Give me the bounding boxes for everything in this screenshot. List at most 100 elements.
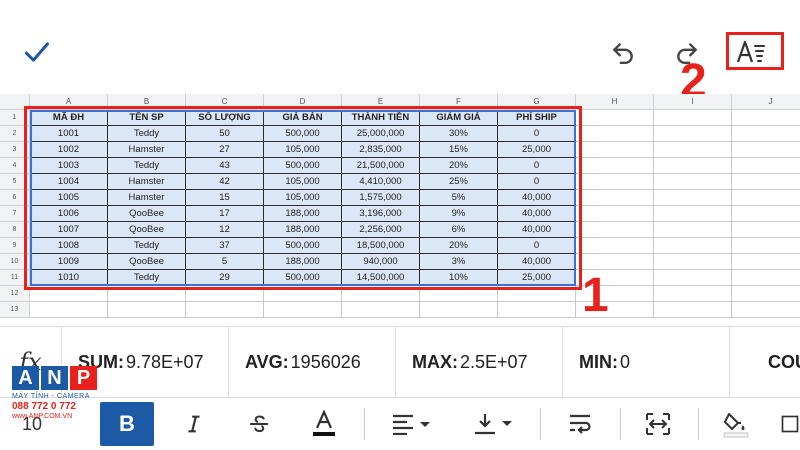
table-cell[interactable]: 1005 — [30, 190, 108, 206]
table-cell[interactable] — [654, 142, 732, 158]
table-cell[interactable]: 12 — [186, 222, 264, 238]
min-stat[interactable]: MIN: 0 — [563, 327, 730, 397]
table-cell[interactable] — [732, 238, 800, 254]
row-header[interactable]: 12 — [0, 286, 30, 302]
table-cell[interactable] — [576, 190, 654, 206]
table-cell[interactable] — [654, 110, 732, 126]
table-cell[interactable]: 25,000 — [498, 270, 576, 286]
table-cell[interactable] — [732, 286, 800, 302]
column-header[interactable]: A — [30, 94, 108, 110]
table-cell[interactable]: 0 — [498, 126, 576, 142]
table-cell[interactable] — [654, 190, 732, 206]
row-header[interactable]: 4 — [0, 158, 30, 174]
table-cell[interactable]: 20% — [420, 158, 498, 174]
table-cell[interactable]: 10% — [420, 270, 498, 286]
table-cell[interactable]: 25% — [420, 174, 498, 190]
table-cell[interactable] — [30, 286, 108, 302]
table-cell[interactable] — [186, 286, 264, 302]
table-cell[interactable]: 25,000,000 — [342, 126, 420, 142]
row-header[interactable]: 6 — [0, 190, 30, 206]
wrap-text-icon[interactable] — [558, 402, 602, 446]
column-header[interactable]: F — [420, 94, 498, 110]
strikethrough-icon[interactable] — [237, 402, 281, 446]
table-cell[interactable]: 27 — [186, 142, 264, 158]
table-cell[interactable]: 0 — [498, 158, 576, 174]
table-cell[interactable]: 105,000 — [264, 174, 342, 190]
row-header[interactable]: 2 — [0, 126, 30, 142]
table-cell[interactable]: 37 — [186, 238, 264, 254]
table-cell[interactable]: 105,000 — [264, 142, 342, 158]
row-header[interactable]: 7 — [0, 206, 30, 222]
text-color-icon[interactable] — [302, 402, 346, 446]
select-all-corner[interactable] — [0, 94, 30, 110]
table-cell[interactable]: QooBee — [108, 222, 186, 238]
table-cell[interactable] — [654, 254, 732, 270]
table-cell[interactable]: Teddy — [108, 270, 186, 286]
column-header[interactable]: B — [108, 94, 186, 110]
table-cell[interactable]: 940,000 — [342, 254, 420, 270]
fill-color-icon[interactable] — [714, 402, 758, 446]
row-header[interactable]: 13 — [0, 302, 30, 318]
table-cell[interactable] — [732, 126, 800, 142]
table-cell[interactable]: 105,000 — [264, 190, 342, 206]
table-cell[interactable]: 500,000 — [264, 270, 342, 286]
table-cell[interactable] — [342, 302, 420, 318]
table-cell[interactable] — [654, 174, 732, 190]
table-cell[interactable] — [420, 302, 498, 318]
table-cell[interactable] — [732, 158, 800, 174]
table-cell[interactable] — [576, 110, 654, 126]
table-cell[interactable]: 15 — [186, 190, 264, 206]
table-cell[interactable]: PHÍ SHIP — [498, 110, 576, 126]
table-cell[interactable]: Teddy — [108, 126, 186, 142]
column-header[interactable]: E — [342, 94, 420, 110]
table-cell[interactable]: 1007 — [30, 222, 108, 238]
table-cell[interactable] — [108, 302, 186, 318]
table-cell[interactable]: 50 — [186, 126, 264, 142]
table-cell[interactable]: QooBee — [108, 254, 186, 270]
table-cell[interactable] — [186, 302, 264, 318]
row-header[interactable]: 3 — [0, 142, 30, 158]
table-cell[interactable] — [108, 286, 186, 302]
table-cell[interactable]: 40,000 — [498, 222, 576, 238]
table-cell[interactable]: Teddy — [108, 158, 186, 174]
table-cell[interactable]: MÃ ĐH — [30, 110, 108, 126]
table-cell[interactable]: 15% — [420, 142, 498, 158]
table-cell[interactable]: 20% — [420, 238, 498, 254]
table-cell[interactable]: 9% — [420, 206, 498, 222]
column-header[interactable]: H — [576, 94, 654, 110]
table-cell[interactable]: 500,000 — [264, 158, 342, 174]
table-cell[interactable]: 40,000 — [498, 254, 576, 270]
table-cell[interactable]: Hamster — [108, 174, 186, 190]
table-cell[interactable]: GIẢM GIÁ — [420, 110, 498, 126]
vertical-align-icon[interactable] — [466, 402, 520, 446]
undo-icon[interactable] — [608, 37, 638, 67]
row-header[interactable]: 5 — [0, 174, 30, 190]
table-cell[interactable]: 5% — [420, 190, 498, 206]
column-header[interactable]: J — [732, 94, 800, 110]
row-header[interactable]: 11 — [0, 270, 30, 286]
table-cell[interactable] — [732, 270, 800, 286]
table-cell[interactable]: 0 — [498, 174, 576, 190]
table-cell[interactable]: TÊN SP — [108, 110, 186, 126]
table-cell[interactable]: 5 — [186, 254, 264, 270]
table-cell[interactable] — [732, 174, 800, 190]
table-cell[interactable]: 3,196,000 — [342, 206, 420, 222]
table-cell[interactable] — [264, 302, 342, 318]
column-header[interactable]: D — [264, 94, 342, 110]
table-cell[interactable] — [732, 142, 800, 158]
table-cell[interactable] — [576, 206, 654, 222]
table-cell[interactable]: 1008 — [30, 238, 108, 254]
spreadsheet-grid[interactable]: A B C D E F G H I J 1 MÃ ĐH TÊN SP SỐ LƯỢNG GIÁ BÁN THÀ… — [0, 94, 800, 326]
italic-icon[interactable] — [172, 402, 216, 446]
row-header[interactable]: 1 — [0, 110, 30, 126]
table-cell[interactable]: 14,500,000 — [342, 270, 420, 286]
table-cell[interactable]: 40,000 — [498, 206, 576, 222]
table-cell[interactable]: 500,000 — [264, 126, 342, 142]
column-header[interactable]: I — [654, 94, 732, 110]
table-cell[interactable]: 1010 — [30, 270, 108, 286]
table-cell[interactable] — [264, 286, 342, 302]
table-cell[interactable] — [654, 206, 732, 222]
row-header[interactable]: 9 — [0, 238, 30, 254]
table-cell[interactable] — [732, 302, 800, 318]
table-cell[interactable] — [732, 190, 800, 206]
